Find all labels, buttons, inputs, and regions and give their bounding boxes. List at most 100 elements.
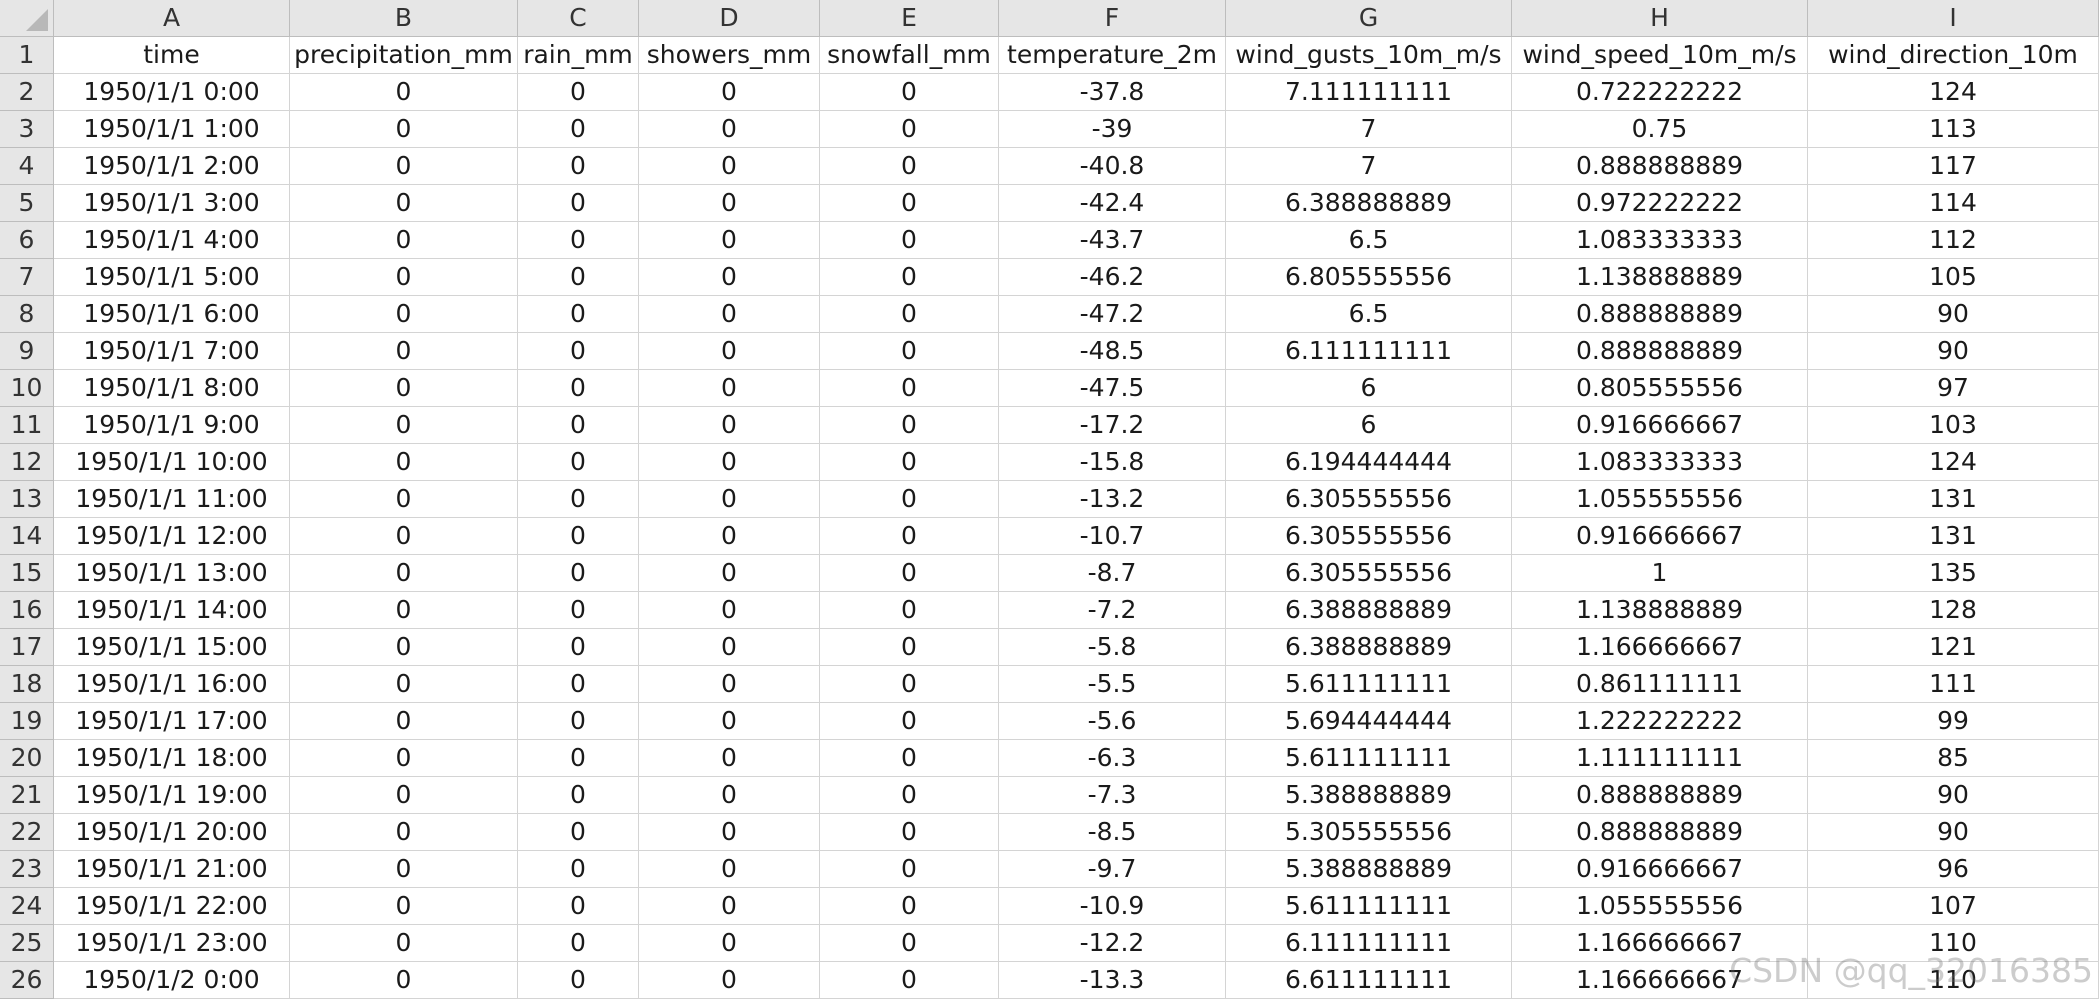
- cell-f17[interactable]: -5.8: [999, 629, 1226, 666]
- cell-e25[interactable]: 0: [820, 925, 999, 962]
- row-header-10[interactable]: 10: [0, 370, 54, 407]
- cell-c25[interactable]: 0: [518, 925, 639, 962]
- cell-e4[interactable]: 0: [820, 148, 999, 185]
- cell-f4[interactable]: -40.8: [999, 148, 1226, 185]
- cell-f18[interactable]: -5.5: [999, 666, 1226, 703]
- row-header-18[interactable]: 18: [0, 666, 54, 703]
- row-header-21[interactable]: 21: [0, 777, 54, 814]
- cell-g4[interactable]: 7: [1226, 148, 1512, 185]
- cell-b21[interactable]: 0: [290, 777, 518, 814]
- cell-i24[interactable]: 107: [1808, 888, 2099, 925]
- cell-b22[interactable]: 0: [290, 814, 518, 851]
- cell-a11[interactable]: 1950/1/1 9:00: [54, 407, 290, 444]
- cell-c21[interactable]: 0: [518, 777, 639, 814]
- cell-a6[interactable]: 1950/1/1 4:00: [54, 222, 290, 259]
- cell-c7[interactable]: 0: [518, 259, 639, 296]
- column-header-e[interactable]: E: [820, 0, 999, 37]
- cell-g8[interactable]: 6.5: [1226, 296, 1512, 333]
- cell-f19[interactable]: -5.6: [999, 703, 1226, 740]
- cell-c13[interactable]: 0: [518, 481, 639, 518]
- cell-d25[interactable]: 0: [639, 925, 820, 962]
- row-header-14[interactable]: 14: [0, 518, 54, 555]
- cell-e9[interactable]: 0: [820, 333, 999, 370]
- cell-i19[interactable]: 99: [1808, 703, 2099, 740]
- cell-c6[interactable]: 0: [518, 222, 639, 259]
- cell-c23[interactable]: 0: [518, 851, 639, 888]
- cell-a16[interactable]: 1950/1/1 14:00: [54, 592, 290, 629]
- column-header-i[interactable]: I: [1808, 0, 2099, 37]
- cell-f13[interactable]: -13.2: [999, 481, 1226, 518]
- cell-b13[interactable]: 0: [290, 481, 518, 518]
- cell-c4[interactable]: 0: [518, 148, 639, 185]
- row-header-4[interactable]: 4: [0, 148, 54, 185]
- cell-a18[interactable]: 1950/1/1 16:00: [54, 666, 290, 703]
- cell-c11[interactable]: 0: [518, 407, 639, 444]
- cell-a7[interactable]: 1950/1/1 5:00: [54, 259, 290, 296]
- cell-g15[interactable]: 6.305555556: [1226, 555, 1512, 592]
- row-header-23[interactable]: 23: [0, 851, 54, 888]
- cell-g21[interactable]: 5.388888889: [1226, 777, 1512, 814]
- row-header-9[interactable]: 9: [0, 333, 54, 370]
- cell-g2[interactable]: 7.111111111: [1226, 74, 1512, 111]
- cell-h22[interactable]: 0.888888889: [1512, 814, 1808, 851]
- cell-a4[interactable]: 1950/1/1 2:00: [54, 148, 290, 185]
- cell-d2[interactable]: 0: [639, 74, 820, 111]
- cell-e20[interactable]: 0: [820, 740, 999, 777]
- cell-f14[interactable]: -10.7: [999, 518, 1226, 555]
- cell-h7[interactable]: 1.138888889: [1512, 259, 1808, 296]
- cell-i8[interactable]: 90: [1808, 296, 2099, 333]
- cell-f23[interactable]: -9.7: [999, 851, 1226, 888]
- cell-f10[interactable]: -47.5: [999, 370, 1226, 407]
- cell-h4[interactable]: 0.888888889: [1512, 148, 1808, 185]
- cell-h26[interactable]: 1.166666667: [1512, 962, 1808, 999]
- cell-e19[interactable]: 0: [820, 703, 999, 740]
- cell-i26[interactable]: 110: [1808, 962, 2099, 999]
- cell-f6[interactable]: -43.7: [999, 222, 1226, 259]
- cell-h12[interactable]: 1.083333333: [1512, 444, 1808, 481]
- cell-h15[interactable]: 1: [1512, 555, 1808, 592]
- row-header-17[interactable]: 17: [0, 629, 54, 666]
- cell-i22[interactable]: 90: [1808, 814, 2099, 851]
- cell-i25[interactable]: 110: [1808, 925, 2099, 962]
- cell-g11[interactable]: 6: [1226, 407, 1512, 444]
- cell-e24[interactable]: 0: [820, 888, 999, 925]
- cell-e1[interactable]: snowfall_mm: [820, 37, 999, 74]
- cell-h18[interactable]: 0.861111111: [1512, 666, 1808, 703]
- cell-i23[interactable]: 96: [1808, 851, 2099, 888]
- cell-c20[interactable]: 0: [518, 740, 639, 777]
- cell-b8[interactable]: 0: [290, 296, 518, 333]
- cell-b24[interactable]: 0: [290, 888, 518, 925]
- cell-e11[interactable]: 0: [820, 407, 999, 444]
- cell-a12[interactable]: 1950/1/1 10:00: [54, 444, 290, 481]
- cell-e22[interactable]: 0: [820, 814, 999, 851]
- cell-g22[interactable]: 5.305555556: [1226, 814, 1512, 851]
- cell-h17[interactable]: 1.166666667: [1512, 629, 1808, 666]
- cell-b1[interactable]: precipitation_mm: [290, 37, 518, 74]
- cell-f2[interactable]: -37.8: [999, 74, 1226, 111]
- cell-h23[interactable]: 0.916666667: [1512, 851, 1808, 888]
- cell-h5[interactable]: 0.972222222: [1512, 185, 1808, 222]
- cell-d19[interactable]: 0: [639, 703, 820, 740]
- cell-g14[interactable]: 6.305555556: [1226, 518, 1512, 555]
- cell-f20[interactable]: -6.3: [999, 740, 1226, 777]
- cell-e18[interactable]: 0: [820, 666, 999, 703]
- cell-f26[interactable]: -13.3: [999, 962, 1226, 999]
- cell-c14[interactable]: 0: [518, 518, 639, 555]
- cell-c22[interactable]: 0: [518, 814, 639, 851]
- cell-g7[interactable]: 6.805555556: [1226, 259, 1512, 296]
- row-header-6[interactable]: 6: [0, 222, 54, 259]
- cell-i13[interactable]: 131: [1808, 481, 2099, 518]
- cell-c18[interactable]: 0: [518, 666, 639, 703]
- cell-h19[interactable]: 1.222222222: [1512, 703, 1808, 740]
- cell-h14[interactable]: 0.916666667: [1512, 518, 1808, 555]
- cell-e7[interactable]: 0: [820, 259, 999, 296]
- cell-i11[interactable]: 103: [1808, 407, 2099, 444]
- cell-d13[interactable]: 0: [639, 481, 820, 518]
- cell-i17[interactable]: 121: [1808, 629, 2099, 666]
- cell-f16[interactable]: -7.2: [999, 592, 1226, 629]
- cell-d23[interactable]: 0: [639, 851, 820, 888]
- cell-i21[interactable]: 90: [1808, 777, 2099, 814]
- cell-b18[interactable]: 0: [290, 666, 518, 703]
- cell-g20[interactable]: 5.611111111: [1226, 740, 1512, 777]
- cell-h21[interactable]: 0.888888889: [1512, 777, 1808, 814]
